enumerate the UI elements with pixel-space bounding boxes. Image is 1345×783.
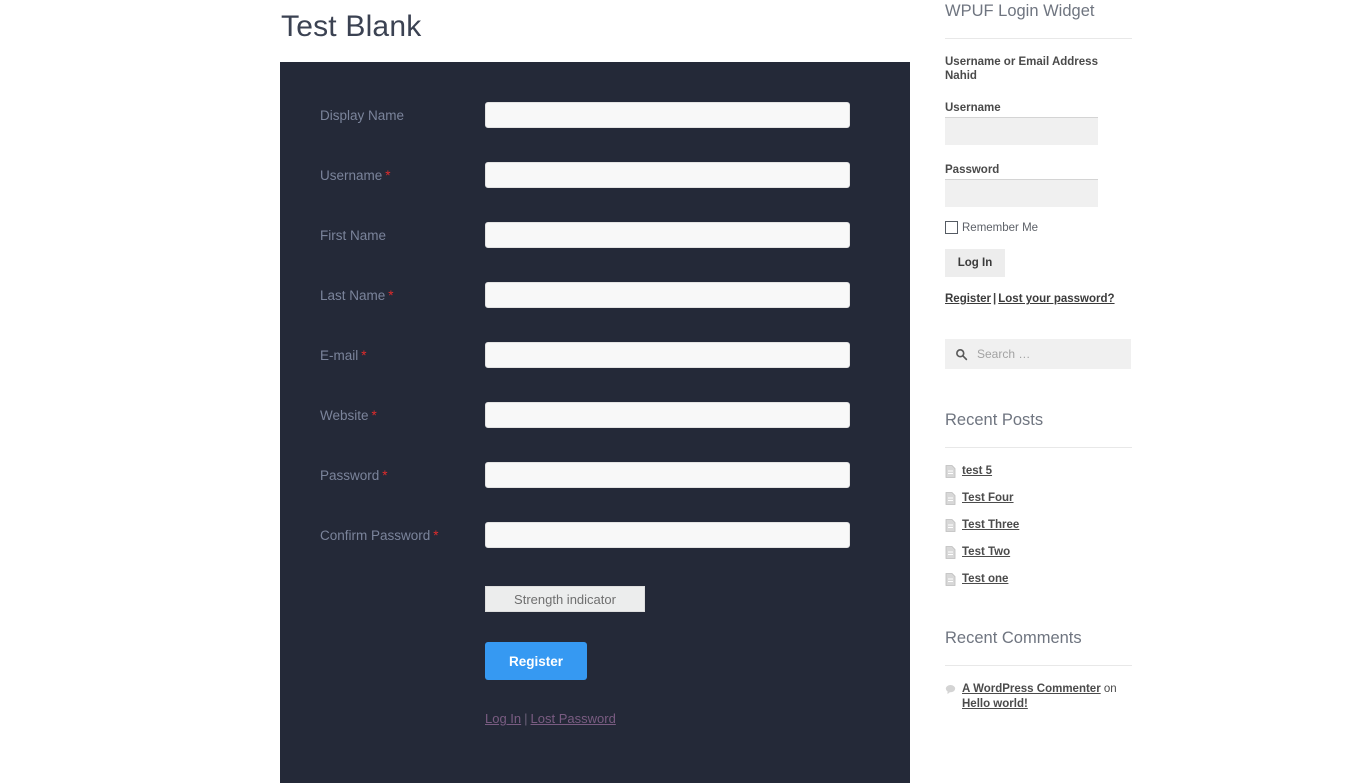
divider <box>945 38 1132 39</box>
form-field-username: Username * <box>280 122 910 188</box>
field-label: Display Name <box>320 108 404 123</box>
recent-post-link[interactable]: test 5 <box>962 464 992 479</box>
recent-post-link[interactable]: Test Three <box>962 518 1019 533</box>
login-widget-intro: Username or Email Address Nahid <box>945 56 1098 82</box>
link-separator: | <box>524 711 528 726</box>
comment-text: A WordPress Commenter on Hello world! <box>962 682 1132 712</box>
form-field-last-name: Last Name * <box>280 242 910 308</box>
field-label: Website * <box>320 408 377 423</box>
sidebar: WPUF Login Widget Username or Email Addr… <box>945 0 1132 724</box>
register-button[interactable]: Register <box>485 642 587 680</box>
required-marker: * <box>433 528 439 543</box>
search-input[interactable] <box>975 346 1121 362</box>
field-label: E-mail * <box>320 348 367 363</box>
recent-post-link[interactable]: Test one <box>962 572 1008 587</box>
widget-recent-comments: Recent Comments A WordPress Commenter on… <box>945 627 1132 712</box>
field-label-text: Confirm Password <box>320 528 431 543</box>
recent-post-link[interactable]: Test Four <box>962 491 1014 506</box>
field-label-text: Password <box>320 468 380 483</box>
confirm-password-input[interactable] <box>485 522 850 548</box>
login-link[interactable]: Log In <box>485 711 521 726</box>
field-label-text: First Name <box>320 228 387 243</box>
field-label: Password * <box>320 468 388 483</box>
registration-form-panel: Display Name Username * First Name Last N… <box>280 62 910 783</box>
widget-wpuf-login: WPUF Login Widget Username or Email Addr… <box>945 0 1132 305</box>
comment-post-link[interactable]: Hello world! <box>962 698 1028 710</box>
recent-comments-list: A WordPress Commenter on Hello world! <box>945 682 1132 712</box>
required-marker: * <box>385 168 391 183</box>
form-field-confirm-password: Confirm Password * <box>280 482 910 548</box>
list-item: Test Three <box>945 518 1132 533</box>
form-field-website: Website * <box>280 362 910 428</box>
field-label-text: E-mail <box>320 348 359 363</box>
username-label: Username <box>945 102 1001 114</box>
remember-me-checkbox[interactable] <box>945 221 958 234</box>
widget-title: Recent Comments <box>945 629 1082 647</box>
list-item: test 5 <box>945 464 1132 479</box>
field-label: Confirm Password * <box>320 528 439 543</box>
remember-me-row: Remember Me <box>945 221 1132 234</box>
login-widget-links: Register | Lost your password? <box>945 293 1132 305</box>
lost-password-link[interactable]: Lost Password <box>531 711 616 726</box>
comment-icon <box>945 685 956 695</box>
document-icon <box>945 573 956 586</box>
recent-posts-list: test 5 Test Four Test Three Test Two Tes… <box>945 464 1132 587</box>
widget-title: WPUF Login Widget <box>945 2 1095 20</box>
field-label-text: Username <box>320 168 383 183</box>
form-footer-links: Log In | Lost Password <box>485 711 616 726</box>
document-icon <box>945 546 956 559</box>
field-label-text: Last Name <box>320 288 386 303</box>
required-marker: * <box>361 348 367 363</box>
document-icon <box>945 519 956 532</box>
list-item: Test one <box>945 572 1132 587</box>
widget-recent-posts: Recent Posts test 5 Test Four Test Three… <box>945 409 1132 587</box>
form-field-display-name: Display Name <box>280 62 910 128</box>
divider <box>945 447 1132 448</box>
field-label-text: Website <box>320 408 369 423</box>
register-link[interactable]: Register <box>945 293 991 305</box>
form-field-first-name: First Name <box>280 182 910 248</box>
comment-author-link[interactable]: A WordPress Commenter <box>962 683 1101 695</box>
password-strength-indicator: Strength indicator <box>485 586 645 612</box>
required-marker: * <box>388 288 394 303</box>
required-marker: * <box>382 468 388 483</box>
field-label-text: Display Name <box>320 108 405 123</box>
link-separator: | <box>993 293 997 305</box>
widget-title: Recent Posts <box>945 411 1044 429</box>
list-item: A WordPress Commenter on Hello world! <box>945 682 1132 712</box>
sidebar-password-input[interactable] <box>945 179 1098 207</box>
search-box[interactable] <box>945 339 1131 369</box>
log-in-button[interactable]: Log In <box>945 249 1005 277</box>
password-label: Password <box>945 164 1000 176</box>
divider <box>945 665 1132 666</box>
form-field-email: E-mail * <box>280 302 910 368</box>
search-icon <box>956 348 968 360</box>
document-icon <box>945 492 956 505</box>
field-label: Last Name * <box>320 288 394 303</box>
lost-your-password-link[interactable]: Lost your password? <box>998 293 1114 305</box>
list-item: Test Four <box>945 491 1132 506</box>
required-marker: * <box>371 408 377 423</box>
document-icon <box>945 465 956 478</box>
remember-me-label: Remember Me <box>962 221 1039 234</box>
field-label: Username * <box>320 168 391 183</box>
sidebar-username-input[interactable] <box>945 117 1098 145</box>
field-label: First Name <box>320 228 386 243</box>
form-field-password: Password * <box>280 422 910 488</box>
recent-post-link[interactable]: Test Two <box>962 545 1010 560</box>
comment-connector: on <box>1103 683 1117 695</box>
list-item: Test Two <box>945 545 1132 560</box>
page-title: Test Blank <box>281 10 422 43</box>
